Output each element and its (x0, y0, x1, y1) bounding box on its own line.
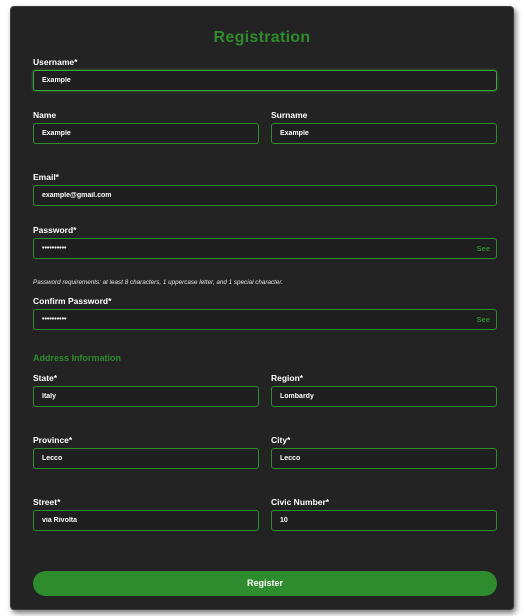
state-label: State* (33, 373, 58, 383)
confirm-password-see-toggle[interactable]: See (477, 315, 490, 324)
registration-card: Registration Username* Name Surname Emai… (10, 6, 514, 610)
province-field[interactable] (33, 448, 259, 469)
page-title: Registration (213, 29, 311, 46)
username-label: Username* (33, 57, 78, 67)
password-label: Password* (33, 225, 77, 235)
confirm-password-field[interactable]: See (33, 309, 497, 330)
username-field[interactable] (33, 70, 497, 91)
email-input[interactable] (42, 186, 464, 205)
address-section-title: Address Information (33, 353, 122, 363)
password-requirements-hint: Password requirements: at least 8 charac… (33, 279, 284, 286)
confirm-password-input[interactable] (42, 310, 464, 329)
name-field[interactable] (33, 123, 259, 144)
state-input[interactable] (42, 387, 226, 406)
street-label: Street* (33, 497, 61, 507)
region-input[interactable] (280, 387, 464, 406)
username-input[interactable] (42, 71, 464, 90)
register-button[interactable]: Register (33, 571, 497, 596)
surname-input[interactable] (280, 124, 464, 143)
email-label: Email* (33, 172, 59, 182)
civic-number-input[interactable] (280, 511, 464, 530)
civic-number-label: Civic Number* (271, 497, 330, 507)
name-label: Name (33, 110, 57, 120)
surname-field[interactable] (271, 123, 497, 144)
state-field[interactable] (33, 386, 259, 407)
page: Registration Username* Name Surname Emai… (0, 0, 524, 616)
province-label: Province* (33, 435, 73, 445)
password-field[interactable]: See (33, 238, 497, 259)
password-see-toggle[interactable]: See (477, 244, 490, 253)
password-input[interactable] (42, 239, 464, 258)
street-input[interactable] (42, 511, 226, 530)
city-input[interactable] (280, 449, 464, 468)
civic-number-field[interactable] (271, 510, 497, 531)
street-field[interactable] (33, 510, 259, 531)
region-field[interactable] (271, 386, 497, 407)
city-field[interactable] (271, 448, 497, 469)
province-input[interactable] (42, 449, 226, 468)
city-label: City* (271, 435, 291, 445)
name-input[interactable] (42, 124, 226, 143)
email-field[interactable] (33, 185, 497, 206)
surname-label: Surname (271, 110, 308, 120)
region-label: Region* (271, 373, 304, 383)
confirm-password-label: Confirm Password* (33, 296, 112, 306)
